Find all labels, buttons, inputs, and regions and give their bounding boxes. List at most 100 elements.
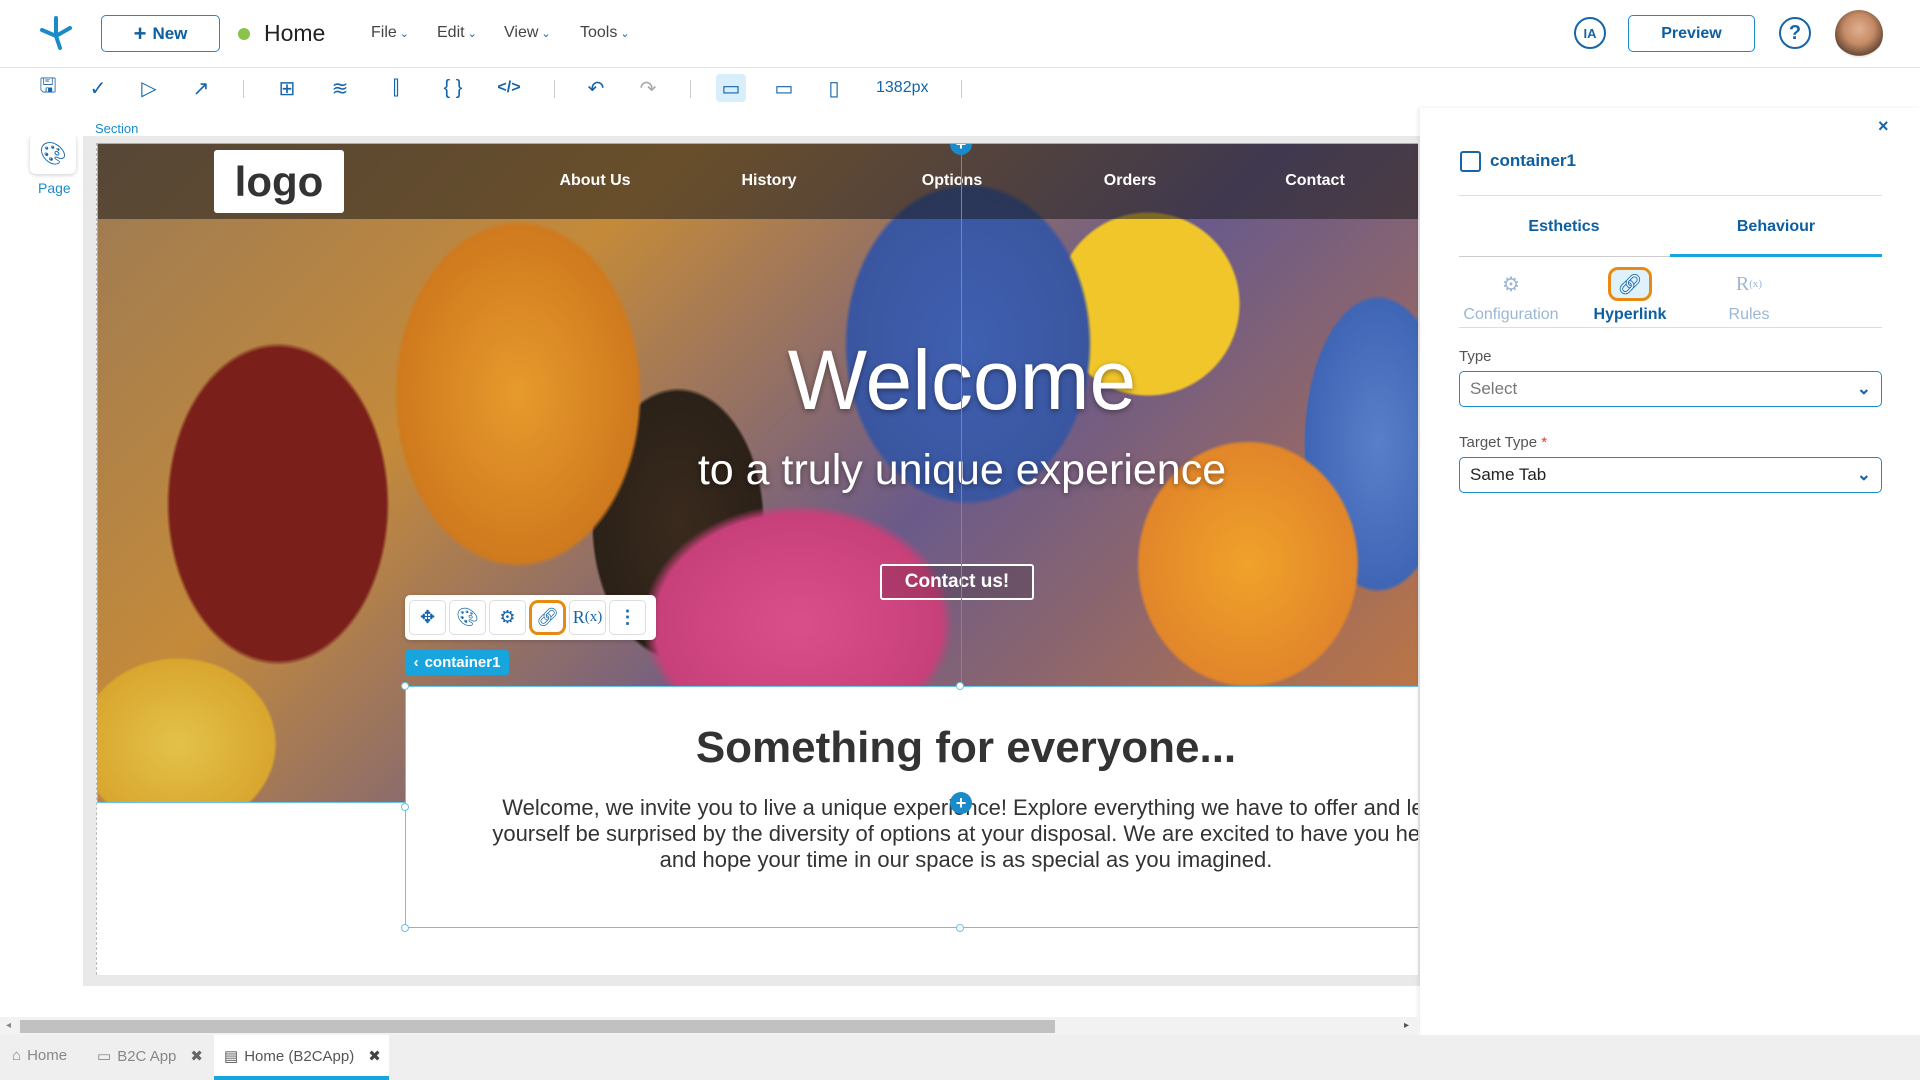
target-type-select[interactable]: Same Tab ⌄ <box>1459 457 1882 493</box>
home-icon: ⌂ <box>12 1047 22 1064</box>
menu-edit[interactable]: Edit ⌄ <box>437 24 477 42</box>
scrollbar-thumb[interactable] <box>20 1020 1055 1033</box>
component-name: container1 <box>1490 151 1576 170</box>
container-title: Something for everyone... <box>695 723 1237 772</box>
resize-handle[interactable] <box>401 924 409 932</box>
app-logo-icon[interactable] <box>36 12 76 54</box>
close-tab-icon: ✖ <box>368 1048 381 1065</box>
resize-handle[interactable] <box>956 924 964 932</box>
design-page: logo About Us History Options Orders Con… <box>96 143 1418 975</box>
site-logo[interactable]: logo <box>214 150 344 213</box>
chevron-down-icon: ⌄ <box>467 28 477 40</box>
resize-handle[interactable] <box>956 682 964 690</box>
subtab-hyperlink[interactable]: 🔗︎ Hyperlink <box>1575 267 1685 324</box>
type-label: Type <box>1459 348 1492 365</box>
hero-subtitle: to a truly unique experience <box>697 446 1227 494</box>
tablet-view-icon[interactable]: ▭ <box>771 76 797 100</box>
resize-handle[interactable] <box>401 682 409 690</box>
subtab-configuration[interactable]: ⚙ Configuration <box>1456 268 1566 324</box>
menu-tools[interactable]: Tools ⌄ <box>580 24 630 42</box>
page-palette-icon[interactable]: 🎨︎ <box>30 134 76 174</box>
nav-options[interactable]: Options <box>922 172 982 190</box>
canvas-width[interactable]: 1382px <box>876 79 929 97</box>
container-tag[interactable]: ‹ container1 <box>405 650 509 675</box>
subtab-rules[interactable]: R (x) Rules <box>1694 268 1804 324</box>
tab-behaviour[interactable]: Behaviour <box>1737 218 1815 236</box>
contact-us-button[interactable]: Contact us! <box>880 564 1034 600</box>
help-icon[interactable]: ? <box>1779 17 1811 49</box>
publish-icon[interactable]: ↗ <box>188 76 214 100</box>
palette-icon[interactable]: 🎨︎ <box>449 600 486 635</box>
code-icon[interactable]: </> <box>496 76 522 100</box>
chevron-down-icon: ⌄ <box>399 28 409 40</box>
properties-panel: × container1 Esthetics Behaviour ⚙ Config… <box>1420 108 1920 1035</box>
nav-contact[interactable]: Contact <box>1285 172 1345 190</box>
rules-icon: R (x) <box>1735 272 1763 295</box>
divider <box>243 80 244 98</box>
close-tab-icon: ✖ <box>190 1048 203 1065</box>
move-icon[interactable]: ✥ <box>409 600 446 635</box>
container-checkbox-icon <box>1460 151 1481 172</box>
redo-icon[interactable]: ↷ <box>635 76 661 100</box>
hyperlink-icon: 🔗︎ <box>1608 267 1652 301</box>
data-sources-icon[interactable]: ⫿ <box>383 76 409 100</box>
status-dot <box>238 28 250 40</box>
undo-icon[interactable]: ↶ <box>583 76 609 100</box>
scroll-left-icon: ◂ <box>6 1020 12 1031</box>
desktop-view-icon[interactable]: ▭ <box>716 74 746 102</box>
chevron-left-icon: ‹ <box>413 654 419 671</box>
layers-icon[interactable]: ≋ <box>327 76 353 100</box>
braces-icon[interactable]: { } <box>440 76 466 100</box>
resize-handle[interactable] <box>401 803 409 811</box>
divider <box>961 80 962 98</box>
active-tab-indicator <box>1670 254 1882 257</box>
horizontal-scrollbar[interactable]: ◂ ▸ <box>0 1017 1418 1035</box>
add-below-icon[interactable]: + <box>950 792 972 814</box>
tab-esthetics[interactable]: Esthetics <box>1528 218 1599 236</box>
folder-icon: ▭ <box>97 1048 112 1065</box>
type-select[interactable]: Select ⌄ <box>1459 371 1882 407</box>
save-icon[interactable]: 🖫 <box>35 75 61 100</box>
ia-button[interactable]: IA <box>1574 17 1606 49</box>
config-gear-icon[interactable]: ⚙ <box>489 600 526 635</box>
scroll-right-icon: ▸ <box>1404 1020 1410 1031</box>
menu-file[interactable]: File ⌄ <box>371 24 409 42</box>
check-icon[interactable]: ✓ <box>85 76 111 100</box>
tab-home[interactable]: ⌂ Home <box>12 1047 67 1064</box>
divider <box>554 80 555 98</box>
bottom-tabs: ⌂ Home ▭ B2C App ✖ ▤ Home (B2CApp) ✖ <box>0 1035 1920 1080</box>
tab-home-b2capp[interactable]: ▤ Home (B2CApp) ✖ <box>214 1035 389 1080</box>
component-toolbar: ✥ 🎨︎ ⚙ 🔗︎ R (x) ⋮ <box>405 595 656 640</box>
play-icon[interactable]: ▷ <box>136 76 162 100</box>
page-icon: ▤ <box>224 1048 239 1065</box>
more-icon[interactable]: ⋮ <box>609 600 646 635</box>
chevron-down-icon: ⌄ <box>620 28 630 40</box>
hero-title: Welcome <box>787 333 1137 427</box>
config-gear-icon: ⚙ <box>1502 273 1520 296</box>
container-text: Welcome, we invite you to live a unique … <box>492 795 1418 872</box>
hyperlink-icon[interactable]: 🔗︎ <box>529 600 566 635</box>
nav-orders[interactable]: Orders <box>1104 172 1156 190</box>
components-icon[interactable]: ⊞ <box>274 76 300 100</box>
guide-line <box>961 144 962 687</box>
menu-view[interactable]: View ⌄ <box>504 24 551 42</box>
chevron-down-icon: ⌄ <box>1856 379 1871 398</box>
nav-about-us[interactable]: About Us <box>559 172 630 190</box>
plus-icon: + <box>133 20 147 46</box>
nav-history[interactable]: History <box>741 172 796 190</box>
editor-toolbar: 🖫 ✓ ▷ ↗ ⊞ ≋ ⫿ { } </> ↶ ↷ ▭ ▭ ▯ 1382px <box>0 68 1920 108</box>
close-icon[interactable]: × <box>1878 116 1889 137</box>
divider <box>690 80 691 98</box>
chevron-down-icon: ⌄ <box>1856 465 1871 484</box>
tab-b2c-app[interactable]: ▭ B2C App ✖ <box>97 1047 203 1066</box>
new-button[interactable]: + New <box>101 15 220 52</box>
rules-icon[interactable]: R (x) <box>569 600 606 635</box>
user-avatar[interactable] <box>1835 10 1883 58</box>
target-type-label: Target Type * <box>1459 434 1548 451</box>
container1[interactable]: Something for everyone... Welcome, we in… <box>405 686 1418 928</box>
mobile-view-icon[interactable]: ▯ <box>821 76 847 100</box>
preview-button[interactable]: Preview <box>1628 15 1755 52</box>
chevron-down-icon: ⌄ <box>541 28 551 40</box>
page-title: Home <box>264 20 326 46</box>
top-bar: + New Home File ⌄ Edit ⌄ View ⌄ Tools ⌄ IA Pr… <box>0 0 1920 68</box>
